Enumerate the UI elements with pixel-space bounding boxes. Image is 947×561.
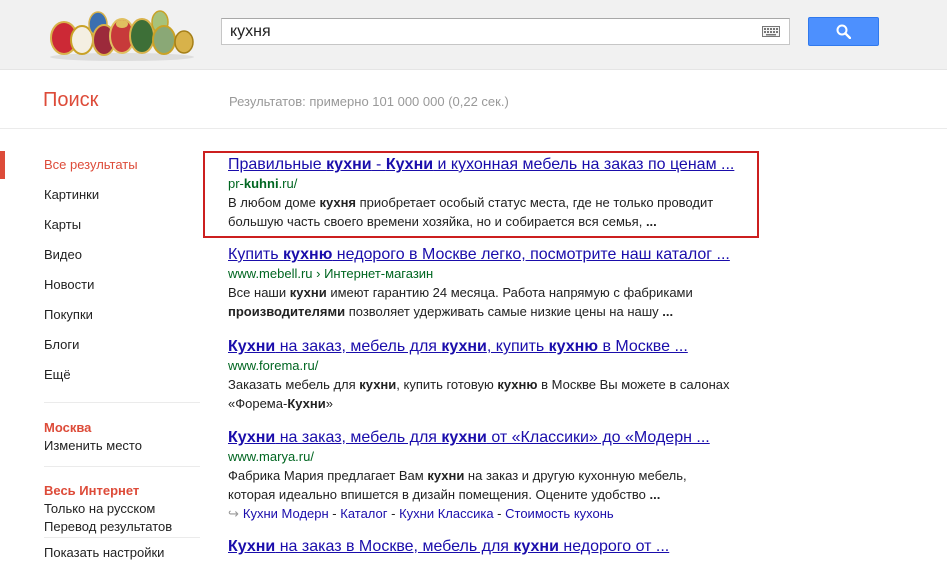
sidebar-divider [44, 402, 200, 403]
sitelink[interactable]: Стоимость кухонь [505, 506, 614, 521]
result-url: www.marya.ru/ [228, 448, 710, 465]
sitelink[interactable]: Каталог [340, 506, 387, 521]
text-run: , купить готовую [396, 377, 498, 392]
nav-news[interactable]: Новости [44, 277, 94, 292]
active-nav-marker [0, 151, 5, 179]
change-location-link[interactable]: Изменить место [44, 438, 142, 453]
matched-term: производителями [228, 304, 346, 319]
text-run: на заказ и другую кухонную мебель, [464, 468, 687, 483]
matched-term: Кухни [228, 338, 276, 355]
show-settings-link[interactable]: Показать настройки [44, 545, 164, 560]
nav-images[interactable]: Картинки [44, 187, 99, 202]
sitelink[interactable]: Кухни Классика [399, 506, 493, 521]
text-run: имеют гарантию 24 месяца. Работа напряму… [326, 285, 693, 300]
result-snippet-line: которая идеально впишется в дизайн помещ… [228, 486, 710, 503]
result-snippet-line: производителями позволяет удерживать сам… [228, 303, 730, 320]
search-input[interactable] [230, 22, 750, 41]
matched-term: кухню [548, 338, 598, 355]
sidebar-divider [44, 537, 200, 538]
search-icon [836, 24, 851, 39]
text-run: от «Классики» до «Модерн ... [486, 429, 710, 446]
result-snippet-line: Все наши кухни имеют гарантию 24 месяца.… [228, 284, 730, 301]
location-title: Москва [44, 420, 92, 435]
matched-term: Кухни [228, 538, 276, 555]
matched-term: Кухни [228, 429, 276, 446]
result-stats: Результатов: примерно 101 000 000 (0,22 … [229, 94, 509, 109]
brand-title[interactable]: Поиск [43, 89, 98, 112]
text-run: Заказать мебель для [228, 377, 360, 392]
text-run: , купить [486, 338, 549, 355]
matched-term: ... [649, 487, 661, 502]
highlight-box [203, 151, 759, 238]
sitelink-separator: - [328, 506, 341, 521]
matched-term: ... [662, 304, 674, 319]
matched-term: кухни [441, 338, 487, 355]
text-run: на заказ, мебель для [275, 338, 442, 355]
text-run: «Форема- [228, 396, 288, 411]
text-run: в Москве Вы можете в салонах [537, 377, 730, 392]
result-snippet-line: Заказать мебель для кухни, купить готову… [228, 376, 730, 393]
nav-all-results[interactable]: Все результаты [44, 157, 138, 172]
result-sitelinks: ↪ Кухни Модерн - Каталог - Кухни Классика… [228, 505, 710, 522]
result-title-link[interactable]: Кухни на заказ в Москве, мебель для кухн… [228, 537, 669, 556]
text-run: Все наши [228, 285, 290, 300]
text-run: в Москве ... [598, 338, 688, 355]
text-run: Фабрика Мария предлагает Вам [228, 468, 428, 483]
keyboard-icon[interactable] [762, 26, 780, 37]
result-snippet-line: «Форема-Кухни» [228, 395, 730, 412]
search-result: Кухни на заказ, мебель для кухни от «Кла… [228, 428, 710, 522]
text-run: » [325, 396, 333, 411]
text-run: на заказ в Москве, мебель для [275, 538, 514, 555]
matched-term: кухни [289, 285, 327, 300]
search-result: Кухни на заказ в Москве, мебель для кухн… [228, 537, 669, 556]
nav-more[interactable]: Ещё [44, 367, 71, 382]
text-run: www.marya.ru/ [228, 449, 314, 464]
search-button[interactable] [808, 17, 879, 46]
matched-term: Кухни [287, 396, 326, 411]
matched-term: кухни [427, 468, 465, 483]
matched-term: кухни [441, 429, 487, 446]
result-title-link[interactable]: Кухни на заказ, мебель для кухни от «Кла… [228, 428, 710, 447]
top-bar [0, 0, 947, 70]
text-run: www.forema.ru/ [228, 358, 319, 373]
result-url: www.forema.ru/ [228, 357, 730, 374]
sitelink-arrow-icon: ↪ [228, 506, 239, 521]
faberge-eggs-logo[interactable] [42, 4, 202, 62]
search-box[interactable] [221, 18, 790, 45]
text-run: Купить [228, 246, 284, 263]
search-result: Кухни на заказ, мебель для кухни, купить… [228, 337, 730, 412]
text-run: на заказ, мебель для [275, 429, 442, 446]
result-title-link[interactable]: Кухни на заказ, мебель для кухни, купить… [228, 337, 730, 356]
search-result: Купить кухню недорого в Москве легко, по… [228, 245, 730, 320]
scope-russian-only[interactable]: Только на русском [44, 501, 155, 516]
sidebar-divider [44, 466, 200, 467]
sitelink-separator: - [493, 506, 506, 521]
result-snippet-line: Фабрика Мария предлагает Вам кухни на за… [228, 467, 710, 484]
nav-video[interactable]: Видео [44, 247, 82, 262]
text-run: недорого в Москве легко, посмотрите наш … [332, 246, 730, 263]
result-url: www.mebell.ru › Интернет-магазин [228, 265, 730, 282]
nav-maps[interactable]: Карты [44, 217, 81, 232]
text-run: позволяет удерживать самые низкие цены н… [345, 304, 663, 319]
matched-term: кухни [359, 377, 397, 392]
scope-all-web[interactable]: Весь Интернет [44, 483, 139, 498]
matched-term: кухни [513, 538, 559, 555]
sitelink[interactable]: Кухни Модерн [243, 506, 329, 521]
text-run: www.mebell.ru › Интернет-магазин [228, 266, 434, 281]
sitelink-separator: - [387, 506, 400, 521]
scope-translated[interactable]: Перевод результатов [44, 519, 172, 534]
text-run: которая идеально впишется в дизайн помещ… [228, 487, 650, 502]
nav-blogs[interactable]: Блоги [44, 337, 79, 352]
nav-shopping[interactable]: Покупки [44, 307, 93, 322]
matched-term: кухню [497, 377, 538, 392]
result-title-link[interactable]: Купить кухню недорого в Москве легко, по… [228, 245, 730, 264]
matched-term: кухню [283, 246, 333, 263]
text-run: недорого от ... [558, 538, 670, 555]
